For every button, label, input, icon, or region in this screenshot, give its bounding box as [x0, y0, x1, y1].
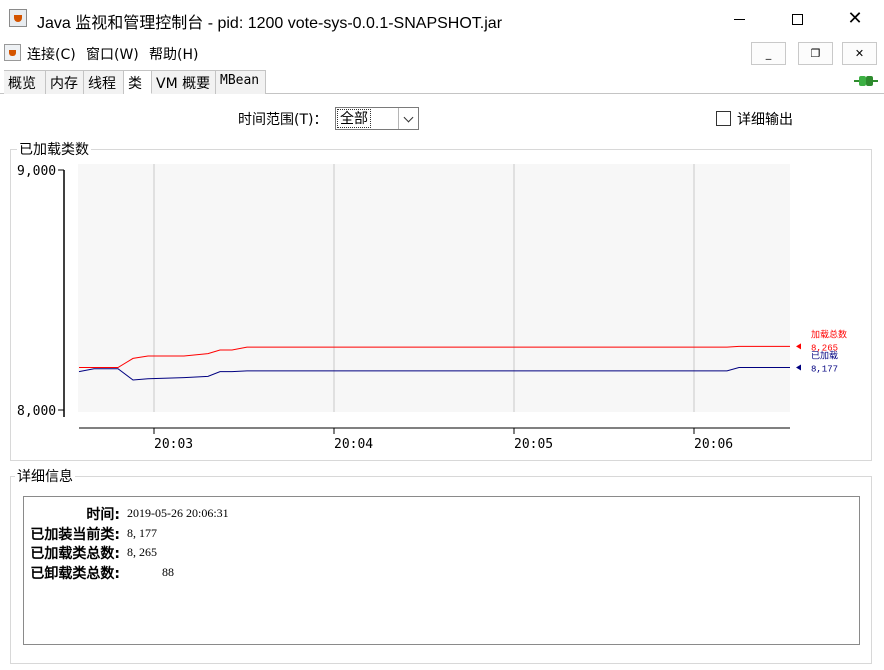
window-title: Java 监视和管理控制台 - pid: 1200 vote-sys-0.0.1…: [37, 15, 503, 32]
inner-restore-button[interactable]: ❐: [798, 42, 833, 65]
tab-overview[interactable]: 概览: [4, 70, 46, 94]
y-label-bottom: 8,000: [17, 404, 56, 419]
tab-threads[interactable]: 线程: [84, 70, 124, 94]
menu-window[interactable]: 窗口(W): [86, 44, 139, 64]
loaded-classes-chart: 9,000 8,000 20:03 20:04 20:05 20:06 加载总数8,2…: [17, 164, 847, 452]
java-app-icon: [9, 9, 27, 27]
legend-value-1: 8,177: [811, 365, 838, 375]
y-label-top: 9,000: [17, 164, 56, 179]
x-tick-label-20:06: 20:06: [694, 437, 733, 452]
detail-label-unloaded: 已卸载类总数:: [30, 566, 120, 582]
x-tick-label-20:05: 20:05: [514, 437, 553, 452]
restore-icon: ❐: [810, 47, 821, 60]
legend-name-1: 已加载: [811, 350, 838, 361]
plot-area: [78, 164, 790, 412]
minimize-button[interactable]: [710, 0, 768, 38]
connection-status-icon: [854, 76, 878, 86]
detail-label-total-loaded: 已加载类总数:: [30, 546, 120, 562]
menu-bar: 连接(C) 窗口(W) 帮助(H) _ ❐ ✕: [0, 38, 884, 70]
tab-vm-summary[interactable]: VM 概要: [152, 70, 216, 94]
details-box: 时间: 2019-05-26 20:06:31 已加装当前类: 8, 177 已…: [23, 496, 860, 645]
detail-value-time: 2019-05-26 20:06:31: [127, 506, 229, 520]
detail-value-total-loaded: 8, 265: [127, 545, 157, 559]
close-icon: ✕: [847, 8, 863, 29]
title-bar: Java 监视和管理控制台 - pid: 1200 vote-sys-0.0.1…: [0, 0, 884, 38]
x-tick-label-20:04: 20:04: [334, 437, 373, 452]
tab-strip: 概览 内存 线程 类 VM 概要 MBean: [0, 70, 884, 94]
menu-help[interactable]: 帮助(H): [149, 44, 198, 64]
maximize-icon: [791, 13, 803, 25]
menu-connection[interactable]: 连接(C): [27, 44, 76, 64]
legend: 加载总数8,265已加载8,177: [796, 328, 847, 375]
close-icon: ✕: [854, 47, 865, 60]
maximize-button[interactable]: [768, 0, 826, 38]
legend-marker-1: [796, 364, 801, 371]
close-button[interactable]: ✕: [826, 0, 884, 38]
legend-marker-0: [796, 343, 801, 350]
java-menu-icon[interactable]: [4, 44, 21, 61]
classes-panel: 时间范围(T)： 全部 详细输出 已加载类数 9,000 8,000 20:03…: [0, 95, 884, 670]
minimize-icon: [733, 18, 745, 20]
detail-value-current-classes: 8, 177: [127, 526, 157, 540]
detail-label-time: 时间:: [86, 507, 120, 523]
x-ticks: 20:03 20:04 20:05 20:06: [153, 428, 733, 452]
minimize-icon: _: [765, 47, 772, 60]
detail-value-unloaded: 88: [162, 565, 174, 579]
detail-label-current-classes: 已加装当前类:: [30, 527, 120, 543]
inner-close-button[interactable]: ✕: [842, 42, 877, 65]
details-title: 详细信息: [15, 466, 75, 486]
tab-memory[interactable]: 内存: [46, 70, 84, 94]
x-tick-label-20:03: 20:03: [154, 437, 193, 452]
tab-mbean[interactable]: MBean: [216, 70, 266, 94]
tab-classes[interactable]: 类: [124, 70, 152, 94]
inner-minimize-button[interactable]: _: [751, 42, 786, 65]
legend-name-0: 加载总数: [811, 328, 847, 339]
